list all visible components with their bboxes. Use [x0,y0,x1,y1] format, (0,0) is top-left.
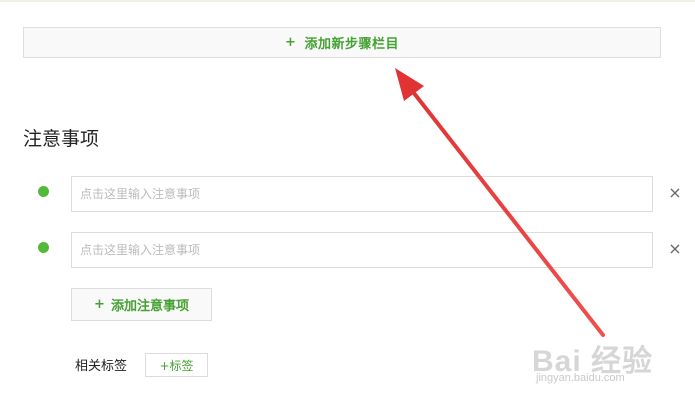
add-note-label: 添加注意事项 [110,299,189,314]
page: + 添加新步骤栏目 注意事项 × × + 添加注意事项 相关标签 +标签 Bai… [0,0,695,406]
top-divider [0,0,695,2]
bullet-dot-icon [38,242,49,253]
add-step-section-button[interactable]: + 添加新步骤栏目 [23,27,661,58]
related-tags-label: 相关标签 [75,359,128,374]
watermark-url: jingyan.baidu.com [536,372,625,384]
note-input[interactable] [71,232,653,268]
watermark-logo: Bai 经验 [532,345,654,378]
close-icon[interactable]: × [667,185,683,201]
close-icon[interactable]: × [667,241,683,257]
add-tag-button[interactable]: +标签 [145,353,208,377]
note-item: × [0,232,695,268]
note-input[interactable] [71,176,653,212]
add-step-label: 添加新步骤栏目 [304,37,399,52]
bullet-dot-icon [38,186,49,197]
plus-icon: + [94,297,105,312]
note-item: × [0,176,695,212]
add-note-button[interactable]: + 添加注意事项 [71,288,212,321]
notes-section-title: 注意事项 [23,128,100,150]
plus-icon: + [285,35,297,50]
watermark: Bai 经验 jingyan.baidu.com [532,332,690,392]
